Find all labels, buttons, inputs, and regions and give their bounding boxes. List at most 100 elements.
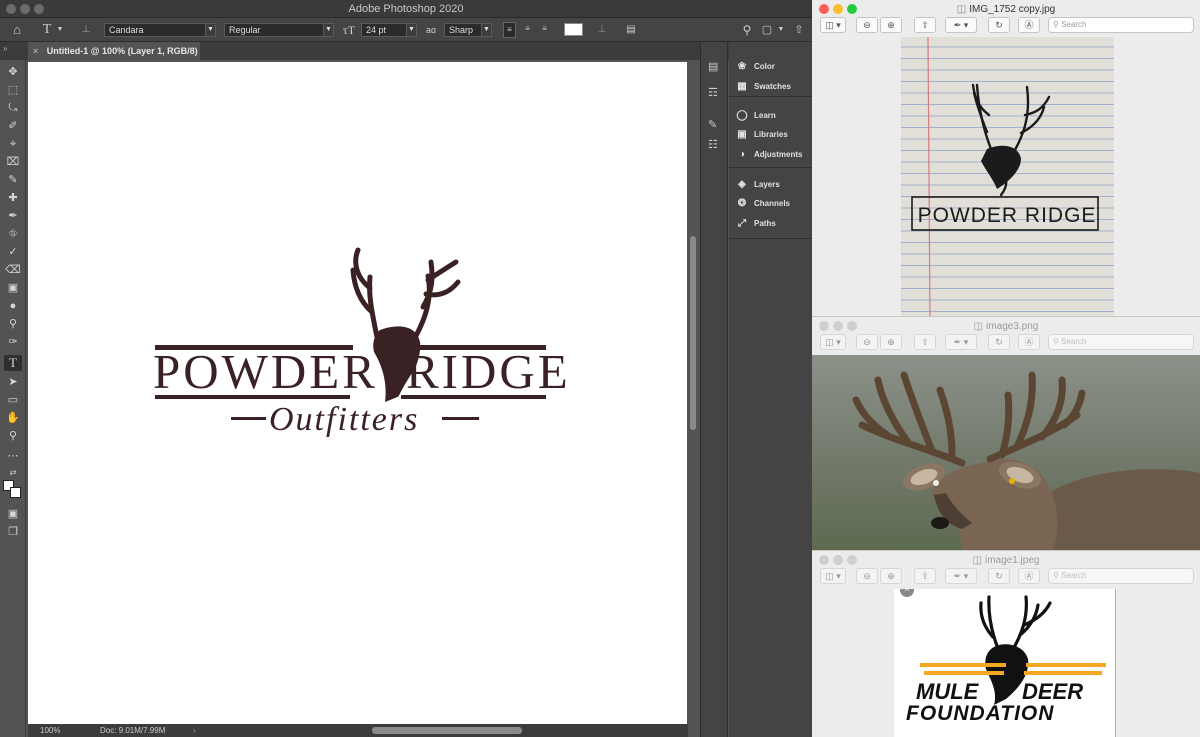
zoom-in-button[interactable]: ⊕ bbox=[880, 17, 902, 33]
font-family-select[interactable]: Candara ▼ bbox=[104, 23, 216, 37]
panel-channels[interactable]: ❂ Channels bbox=[735, 196, 790, 212]
clone-stamp-tool-icon[interactable]: ⛗ bbox=[4, 226, 22, 242]
align-right-icon[interactable]: ≡ bbox=[538, 22, 551, 38]
workspace-icon[interactable]: ▢ bbox=[760, 22, 774, 38]
sidebar-toggle-button[interactable]: ◫ ▾ bbox=[820, 568, 846, 584]
eraser-tool-icon[interactable]: ⌫ bbox=[4, 262, 22, 278]
brush-settings-icon[interactable]: ✎ bbox=[708, 118, 717, 131]
scrollbar-track bbox=[1115, 589, 1116, 737]
align-left-icon[interactable]: ≡ bbox=[503, 22, 516, 38]
font-style-select[interactable]: Regular ▼ bbox=[224, 23, 334, 37]
font-size-select[interactable]: 24 pt ▼ bbox=[361, 23, 417, 37]
mule-deer-logo-image: MULE DEER FOUNDATION × bbox=[894, 589, 1116, 737]
vertical-scrollbar-thumb[interactable] bbox=[690, 236, 696, 430]
toggle-text-orientation-icon[interactable]: ⊥ bbox=[79, 22, 93, 38]
chevron-down-icon: ▼ bbox=[481, 24, 491, 36]
logo-right-word: RIDGE bbox=[406, 344, 571, 399]
panels-column: ❀ Color ▦ Swatches ◯ Learn ▣ Libraries ◑ Adju… bbox=[729, 42, 812, 737]
chevron-down-icon[interactable]: ▼ bbox=[776, 22, 786, 38]
path-selection-tool-icon[interactable]: ➤ bbox=[4, 374, 22, 390]
anti-alias-select[interactable]: Sharp ▼ bbox=[444, 23, 492, 37]
markup-pen-button[interactable]: ✒ ▾ bbox=[945, 334, 977, 350]
properties-panel-icon[interactable]: ☶ bbox=[708, 86, 718, 99]
markup-toolbar-button[interactable]: Ⓐ bbox=[1018, 568, 1040, 584]
glyphs-panel-icon[interactable]: ☷ bbox=[708, 138, 718, 151]
eyedropper-tool-icon[interactable]: ✎ bbox=[4, 172, 22, 188]
swap-colors-icon[interactable]: ⇄ bbox=[4, 465, 22, 481]
screen-mode-icon[interactable]: ❐ bbox=[4, 524, 22, 540]
preview-search-field[interactable]: ⚲ Search bbox=[1048, 568, 1194, 584]
zoom-tool-icon[interactable]: ⚲ bbox=[4, 428, 22, 444]
quick-mask-icon[interactable]: ▣ bbox=[4, 506, 22, 522]
rotate-button[interactable]: ↻ bbox=[988, 334, 1010, 350]
sidebar-toggle-button[interactable]: ◫ ▾ bbox=[820, 334, 846, 350]
swatches-panel-icon: ▦ bbox=[737, 81, 747, 92]
marquee-tool-icon[interactable]: ⬚ bbox=[4, 82, 22, 98]
share-button[interactable]: ⇧ bbox=[914, 334, 936, 350]
more-tools-icon[interactable]: ⋯ bbox=[4, 448, 22, 464]
zoom-out-button[interactable]: ⊖ bbox=[856, 17, 878, 33]
panel-layers[interactable]: ◈ Layers bbox=[735, 177, 780, 193]
lasso-tool-icon[interactable]: ⤿ bbox=[4, 100, 22, 116]
rotate-button[interactable]: ↻ bbox=[988, 17, 1010, 33]
rotate-button[interactable]: ↻ bbox=[988, 568, 1010, 584]
preview-search-field[interactable]: ⚲ Search bbox=[1048, 334, 1194, 350]
document-tab[interactable]: × Untitled-1 @ 100% (Layer 1, RGB/8) * bbox=[28, 42, 200, 74]
rectangle-tool-icon[interactable]: ▭ bbox=[4, 392, 22, 408]
close-tab-icon[interactable]: × bbox=[33, 46, 38, 56]
character-panel-icon[interactable]: ▤ bbox=[624, 22, 638, 38]
share-button[interactable]: ⇧ bbox=[914, 17, 936, 33]
zoom-level[interactable]: 100% bbox=[40, 724, 60, 737]
markup-pen-button[interactable]: ✒ ▾ bbox=[945, 17, 977, 33]
background-color-swatch[interactable] bbox=[10, 487, 21, 498]
zoom-in-button[interactable]: ⊕ bbox=[880, 568, 902, 584]
quick-selection-tool-icon[interactable]: ✐ bbox=[4, 118, 22, 134]
panel-adjustments[interactable]: ◑ Adjustments bbox=[735, 147, 802, 163]
text-color-swatch[interactable] bbox=[564, 23, 583, 36]
history-panel-icon[interactable]: ▤ bbox=[708, 60, 718, 73]
zoom-in-button[interactable]: ⊕ bbox=[880, 334, 902, 350]
crop-tool-icon[interactable]: ⌖ bbox=[4, 136, 22, 152]
markup-toolbar-button[interactable]: Ⓐ bbox=[1018, 17, 1040, 33]
blur-tool-icon[interactable]: ● bbox=[4, 298, 22, 314]
type-tool-icon[interactable]: T bbox=[4, 355, 22, 371]
search-icon[interactable]: ⚲ bbox=[740, 22, 754, 38]
panel-color[interactable]: ❀ Color bbox=[735, 59, 775, 75]
app-title: Adobe Photoshop 2020 bbox=[348, 3, 464, 15]
horizontal-scrollbar-thumb[interactable] bbox=[372, 727, 522, 734]
healing-brush-tool-icon[interactable]: ✚ bbox=[4, 190, 22, 206]
panel-learn[interactable]: ◯ Learn bbox=[735, 108, 775, 124]
panel-paths[interactable]: ⤢ Paths bbox=[735, 216, 776, 232]
adjustments-panel-icon: ◑ bbox=[738, 149, 746, 160]
home-icon[interactable]: ⌂ bbox=[8, 22, 26, 38]
hand-tool-icon[interactable]: ✋ bbox=[4, 410, 22, 426]
chevron-down-icon[interactable]: ▼ bbox=[55, 22, 65, 38]
dodge-tool-icon[interactable]: ⚲ bbox=[4, 316, 22, 332]
align-center-icon[interactable]: ≡ bbox=[521, 22, 534, 38]
preview-search-field[interactable]: ⚲ Search bbox=[1048, 17, 1194, 33]
history-brush-tool-icon[interactable]: ✓ bbox=[4, 244, 22, 260]
document-icon: ◫ bbox=[973, 321, 984, 332]
move-tool-icon[interactable]: ✥ bbox=[4, 64, 22, 80]
type-tool-preset[interactable]: T bbox=[40, 22, 54, 38]
expand-toolbar-icon[interactable]: » bbox=[3, 44, 7, 53]
markup-pen-button[interactable]: ✒ ▾ bbox=[945, 568, 977, 584]
frame-tool-icon[interactable]: ⌧ bbox=[4, 154, 22, 170]
zoom-out-button[interactable]: ⊖ bbox=[856, 568, 878, 584]
brush-tool-icon[interactable]: ✒ bbox=[4, 208, 22, 224]
markup-toolbar-button[interactable]: Ⓐ bbox=[1018, 334, 1040, 350]
zoom-out-button[interactable]: ⊖ bbox=[856, 334, 878, 350]
search-icon: ⚲ bbox=[1053, 571, 1059, 580]
share-button[interactable]: ⇧ bbox=[914, 568, 936, 584]
pen-tool-icon[interactable]: ✑ bbox=[4, 334, 22, 350]
share-icon[interactable]: ⇧ bbox=[792, 22, 806, 38]
warp-text-icon[interactable]: ⊥ bbox=[595, 22, 609, 38]
status-expand-icon[interactable]: › bbox=[193, 724, 196, 737]
panel-swatches[interactable]: ▦ Swatches bbox=[735, 79, 791, 95]
mule-deer-antlers-icon bbox=[979, 595, 1052, 653]
document-canvas[interactable]: POWDER RIDGE Outfitters bbox=[28, 62, 687, 724]
gradient-tool-icon[interactable]: ▣ bbox=[4, 280, 22, 296]
panel-libraries[interactable]: ▣ Libraries bbox=[735, 127, 788, 143]
sidebar-toggle-button[interactable]: ◫ ▾ bbox=[820, 17, 846, 33]
preview-toolbar: ◫ ▾ ⊖ ⊕ ⇧ ✒ ▾ ↻ Ⓐ ⚲ Search bbox=[812, 17, 1200, 35]
